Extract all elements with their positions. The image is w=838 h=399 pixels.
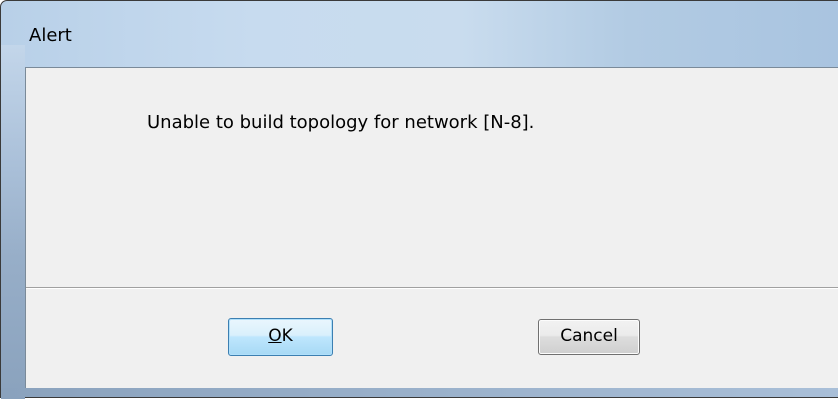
ok-button[interactable]: OK (228, 318, 333, 356)
window-title: Alert (29, 25, 72, 46)
window-frame-bottom (1, 388, 838, 397)
title-bar[interactable]: Alert (1, 1, 838, 46)
window-frame-left (1, 45, 25, 399)
button-area-separator (26, 287, 838, 289)
alert-message: Unable to build topology for network [N-… (147, 112, 535, 133)
cancel-button[interactable]: Cancel (538, 319, 640, 355)
alert-window: Alert Unable to build topology for netwo… (0, 0, 838, 399)
ok-button-accelerator: O (268, 326, 282, 346)
dialog-body: Unable to build topology for network [N-… (25, 67, 838, 388)
ok-button-label-rest: K (281, 326, 293, 346)
